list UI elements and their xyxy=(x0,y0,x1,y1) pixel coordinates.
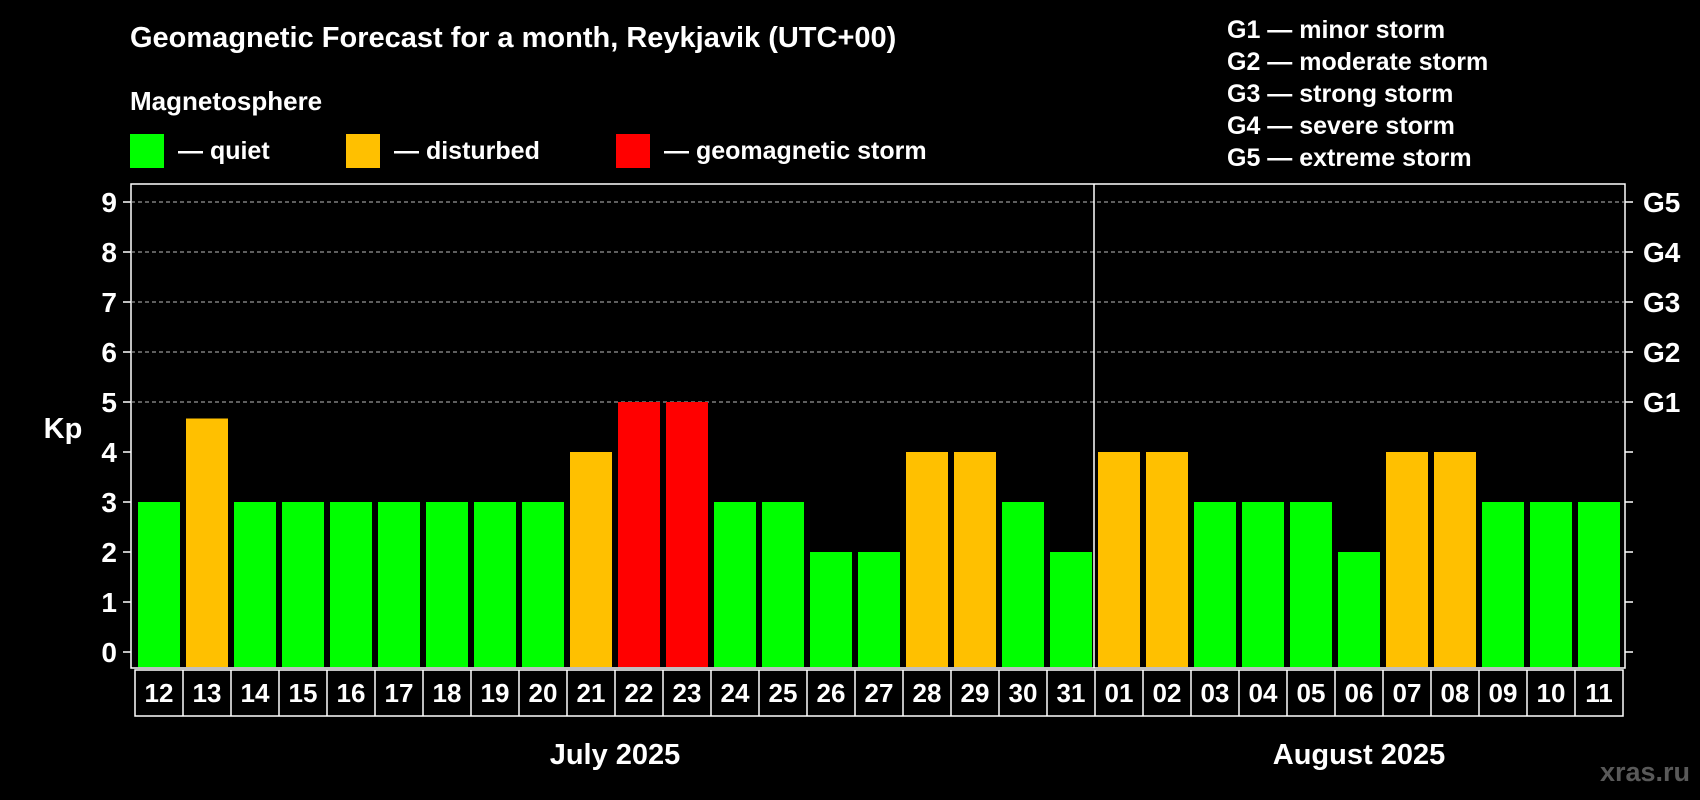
bar xyxy=(714,502,756,667)
x-tick-label: 11 xyxy=(1585,678,1613,708)
bar xyxy=(954,452,996,667)
x-tick-label: 20 xyxy=(529,678,558,708)
bar xyxy=(762,502,804,667)
x-tick-label: 12 xyxy=(145,678,174,708)
y-tick-label: 1 xyxy=(101,587,117,618)
bar xyxy=(1002,502,1044,667)
y-tick-label: 4 xyxy=(101,437,117,468)
x-tick-label: 19 xyxy=(481,678,510,708)
bar xyxy=(666,402,708,667)
right-axis-label-g2: G2 xyxy=(1643,337,1680,368)
bar xyxy=(1146,452,1188,667)
x-tick-label: 16 xyxy=(337,678,366,708)
bar xyxy=(378,502,420,667)
x-tick-label: 25 xyxy=(769,678,798,708)
x-tick-label: 15 xyxy=(289,678,318,708)
y-tick-label: 3 xyxy=(101,487,117,518)
x-tick-label: 08 xyxy=(1441,678,1470,708)
bar xyxy=(1338,552,1380,667)
x-tick-label: 27 xyxy=(865,678,894,708)
x-tick-label: 05 xyxy=(1297,678,1326,708)
month-label: July 2025 xyxy=(550,739,681,771)
bar xyxy=(1098,452,1140,667)
bar xyxy=(810,552,852,667)
bar xyxy=(1434,452,1476,667)
x-tick-label: 26 xyxy=(817,678,846,708)
x-tick-label: 01 xyxy=(1105,678,1134,708)
x-tick-label: 03 xyxy=(1201,678,1230,708)
x-tick-label: 02 xyxy=(1153,678,1182,708)
x-tick-label: 18 xyxy=(433,678,462,708)
x-tick-label: 13 xyxy=(193,678,222,708)
y-tick-label: 8 xyxy=(101,237,117,268)
bar xyxy=(1050,552,1092,667)
x-tick-label: 04 xyxy=(1249,678,1278,708)
x-tick-label: 07 xyxy=(1393,678,1422,708)
bar xyxy=(1578,502,1620,667)
bar xyxy=(1482,502,1524,667)
y-axis-label: Kp xyxy=(44,413,83,445)
x-tick-label: 21 xyxy=(577,678,606,708)
y-tick-label: 2 xyxy=(101,537,117,568)
kp-bar-chart: 0123456789KpG1G2G3G4G512 13 14 15 16 17 18 19 20… xyxy=(44,183,1681,771)
bar xyxy=(186,418,228,667)
x-tick-label: 06 xyxy=(1345,678,1374,708)
bar xyxy=(1386,452,1428,667)
y-tick-label: 5 xyxy=(101,387,117,418)
x-tick-label: 17 xyxy=(385,678,414,708)
bar xyxy=(522,502,564,667)
right-axis-label-g3: G3 xyxy=(1643,287,1680,318)
bar xyxy=(1290,502,1332,667)
x-tick-label: 14 xyxy=(241,678,270,708)
y-tick-label: 7 xyxy=(101,287,117,318)
bar xyxy=(1194,502,1236,667)
month-label: August 2025 xyxy=(1273,739,1445,771)
right-axis-label-g1: G1 xyxy=(1643,387,1680,418)
right-axis-label-g5: G5 xyxy=(1643,187,1680,218)
bar xyxy=(858,552,900,667)
x-tick-label: 22 xyxy=(625,678,654,708)
y-tick-label: 0 xyxy=(101,637,117,668)
bar xyxy=(618,402,660,667)
bar xyxy=(282,502,324,667)
bar xyxy=(1530,502,1572,667)
bar xyxy=(1242,502,1284,667)
bar xyxy=(330,502,372,667)
x-tick-label: 10 xyxy=(1537,678,1566,708)
bar xyxy=(906,452,948,667)
x-tick-label: 31 xyxy=(1057,678,1086,708)
bar xyxy=(138,502,180,667)
y-tick-label: 9 xyxy=(101,187,117,218)
y-tick-label: 6 xyxy=(101,337,117,368)
right-axis-label-g4: G4 xyxy=(1643,237,1681,268)
x-tick-label: 30 xyxy=(1009,678,1038,708)
x-tick-label: 24 xyxy=(721,678,750,708)
bar xyxy=(426,502,468,667)
x-tick-label: 28 xyxy=(913,678,942,708)
x-tick-label: 23 xyxy=(673,678,702,708)
watermark: xras.ru xyxy=(1599,757,1690,787)
bar xyxy=(474,502,516,667)
x-tick-label: 29 xyxy=(961,678,990,708)
bar xyxy=(570,452,612,667)
x-tick-label: 09 xyxy=(1489,678,1518,708)
bar xyxy=(234,502,276,667)
